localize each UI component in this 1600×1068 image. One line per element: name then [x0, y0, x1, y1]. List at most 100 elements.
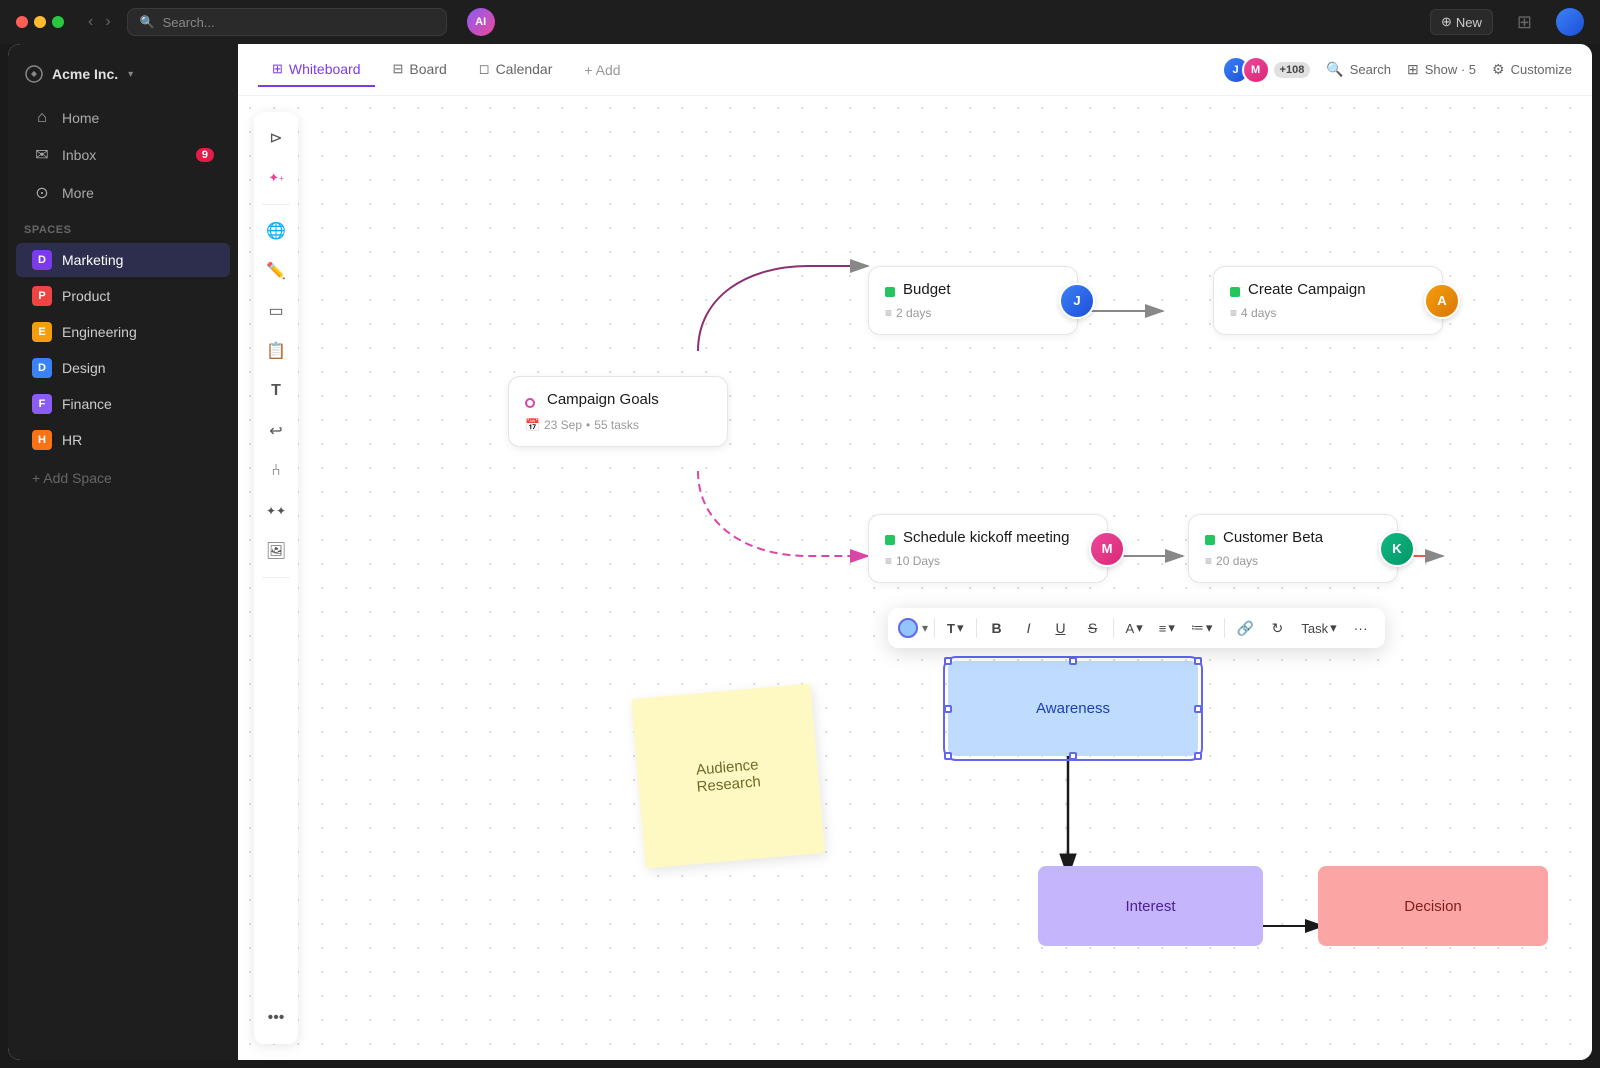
underline-button[interactable]: U — [1047, 614, 1075, 642]
divider — [934, 618, 935, 638]
maximize-dot[interactable] — [52, 16, 64, 28]
sidebar-item-design[interactable]: D Design — [16, 351, 230, 385]
add-view-button[interactable]: + Add — [570, 54, 634, 86]
toolbar-divider-2 — [262, 577, 290, 578]
ai-tool[interactable]: ✦✦ — [258, 493, 294, 529]
mindmap-tool[interactable]: ⑃ — [258, 453, 294, 489]
status-dot — [885, 535, 895, 545]
content-area: ⊞ Whiteboard ⊟ Board ◻ Calendar + Add J — [238, 44, 1592, 1060]
sidebar-item-marketing[interactable]: D Marketing — [16, 243, 230, 277]
list-icon: ≡ — [885, 306, 892, 320]
add-space-button[interactable]: + Add Space — [16, 462, 230, 494]
interest-label: Interest — [1125, 898, 1175, 915]
status-dot — [1205, 535, 1215, 545]
handle-tl[interactable] — [944, 657, 952, 665]
handle-bl[interactable] — [944, 752, 952, 760]
sidebar-header: Acme Inc. ▾ — [8, 56, 238, 100]
close-dot[interactable] — [16, 16, 28, 28]
budget-avatar: J — [1059, 283, 1095, 319]
bold-button[interactable]: B — [983, 614, 1011, 642]
more-tools[interactable]: ••• — [258, 1000, 294, 1036]
magic-tool[interactable]: ✦+ — [258, 160, 294, 196]
campaign-goals-title: Campaign Goals — [547, 391, 659, 408]
more-format-button[interactable]: ··· — [1347, 614, 1375, 642]
interest-box[interactable]: Interest — [1038, 866, 1263, 946]
font-button[interactable]: A ▾ — [1120, 616, 1149, 640]
sidebar-item-finance[interactable]: F Finance — [16, 387, 230, 421]
handle-mr[interactable] — [1194, 705, 1202, 713]
back-arrow[interactable]: ‹ — [84, 11, 97, 33]
awareness-box[interactable]: Awareness — [948, 661, 1198, 756]
show-button[interactable]: ⊞ Show · 5 — [1407, 61, 1476, 78]
campaign-goals-card[interactable]: Campaign Goals 📅 23 Sep • 55 tasks — [508, 376, 728, 447]
customer-beta-card[interactable]: Customer Beta ≡ 20 days K — [1188, 514, 1398, 583]
calendar-tab-icon: ◻ — [479, 61, 490, 77]
tab-calendar[interactable]: ◻ Calendar — [465, 53, 567, 87]
link-button[interactable]: 🔗 — [1231, 614, 1259, 642]
user-avatar[interactable] — [1556, 8, 1584, 36]
audience-research-sticky[interactable]: Audience Research — [631, 683, 825, 868]
color-chevron[interactable]: ▾ — [922, 621, 928, 635]
collaborator-avatars: J M +108 — [1222, 56, 1311, 84]
globe-tool[interactable]: 🌐 — [258, 213, 294, 249]
app-logo — [24, 64, 44, 84]
customize-button[interactable]: ⚙ Customize — [1492, 61, 1572, 78]
sidebar-item-engineering[interactable]: E Engineering — [16, 315, 230, 349]
grid-icon[interactable]: ⊞ — [1517, 12, 1532, 33]
search-button[interactable]: 🔍 Search — [1326, 61, 1391, 78]
italic-button[interactable]: I — [1015, 614, 1043, 642]
sidebar-item-product[interactable]: P Product — [16, 279, 230, 313]
task-button[interactable]: Task ▾ — [1295, 616, 1342, 640]
undo-tool[interactable]: ↩ — [258, 413, 294, 449]
color-picker-button[interactable] — [898, 618, 918, 638]
calendar-icon: 📅 — [525, 418, 540, 432]
customer-beta-avatar: K — [1379, 531, 1415, 567]
handle-bm[interactable] — [1069, 752, 1077, 760]
nav-arrows: ‹ › — [84, 11, 115, 33]
handle-tm[interactable] — [1069, 657, 1077, 665]
handle-tr[interactable] — [1194, 657, 1202, 665]
decision-label: Decision — [1404, 898, 1462, 915]
global-search[interactable]: 🔍 Search... — [127, 8, 447, 36]
status-dot — [885, 287, 895, 297]
tab-board[interactable]: ⊟ Board — [379, 53, 461, 87]
canvas-area: Campaign Goals 📅 23 Sep • 55 tasks Budge… — [308, 96, 1592, 1060]
format-toolbar: ▾ T ▾ B I U S A ▾ — [888, 608, 1385, 648]
list-icon: ≡ — [1230, 306, 1237, 320]
new-button[interactable]: ⊕ New — [1430, 9, 1493, 35]
sidebar-item-more[interactable]: ⊙ More — [16, 175, 230, 211]
budget-days: ≡ 2 days — [885, 306, 1061, 320]
search-placeholder: Search... — [163, 15, 215, 30]
text-size-button[interactable]: T ▾ — [941, 616, 969, 640]
strikethrough-button[interactable]: S — [1079, 614, 1107, 642]
customer-beta-days: ≡ 20 days — [1205, 554, 1381, 568]
image-tool[interactable]: 🖼 — [258, 533, 294, 569]
create-campaign-card[interactable]: Create Campaign ≡ 4 days A — [1213, 266, 1443, 335]
sidebar-item-hr[interactable]: H HR — [16, 423, 230, 457]
whiteboard-canvas[interactable]: ⊳ ✦+ 🌐 ✏️ ▭ 📋 T ↩ ⑃ ✦✦ 🖼 ••• — [238, 96, 1592, 1060]
shape-tool[interactable]: ▭ — [258, 293, 294, 329]
budget-card[interactable]: Budget ≡ 2 days J — [868, 266, 1078, 335]
marketing-icon: D — [32, 250, 52, 270]
refresh-icon: ↻ — [1263, 614, 1291, 642]
align-button[interactable]: ≡ ▾ — [1153, 616, 1181, 640]
minimize-dot[interactable] — [34, 16, 46, 28]
product-icon: P — [32, 286, 52, 306]
schedule-kickoff-card[interactable]: Schedule kickoff meeting ≡ 10 Days M — [868, 514, 1108, 583]
note-tool[interactable]: 📋 — [258, 333, 294, 369]
list-button[interactable]: ≔ ▾ — [1185, 616, 1219, 640]
forward-arrow[interactable]: › — [101, 11, 114, 33]
gear-icon: ⚙ — [1492, 61, 1505, 78]
sidebar-item-inbox[interactable]: ✉ Inbox 9 — [16, 137, 230, 173]
tab-whiteboard[interactable]: ⊞ Whiteboard — [258, 53, 375, 87]
handle-ml[interactable] — [944, 705, 952, 713]
text-tool[interactable]: T — [258, 373, 294, 409]
create-campaign-title: Create Campaign — [1248, 281, 1366, 298]
window-controls — [16, 16, 64, 28]
decision-box[interactable]: Decision — [1318, 866, 1548, 946]
cursor-tool[interactable]: ⊳ — [258, 120, 294, 156]
pen-tool[interactable]: ✏️ — [258, 253, 294, 289]
ai-button[interactable]: AI — [467, 8, 495, 36]
handle-br[interactable] — [1194, 752, 1202, 760]
sidebar-item-home[interactable]: ⌂ Home — [16, 101, 230, 135]
